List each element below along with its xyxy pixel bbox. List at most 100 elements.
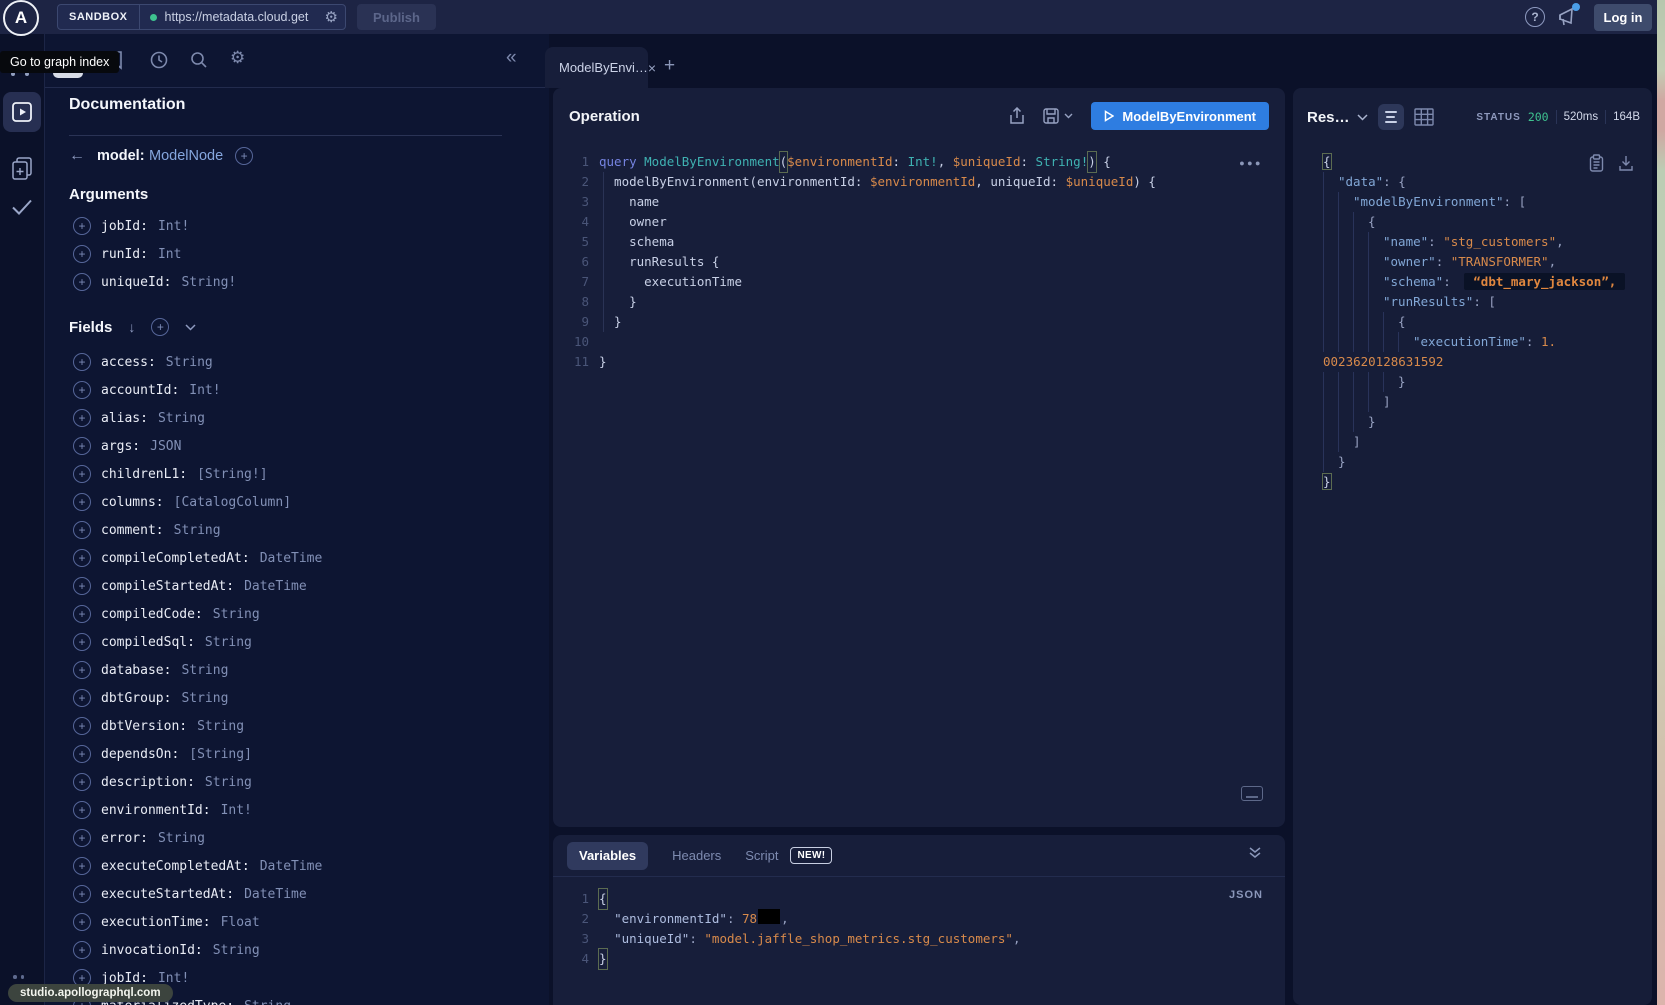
field-row[interactable]: +comment:String	[73, 516, 322, 544]
field-type[interactable]: [String]	[189, 747, 252, 762]
apollo-logo[interactable]: A	[3, 0, 39, 36]
back-arrow-icon[interactable]: ←	[69, 147, 85, 165]
field-row[interactable]: +executeStartedAt:DateTime	[73, 880, 322, 908]
field-type[interactable]: [String!]	[197, 467, 267, 482]
explorer-nav-button[interactable]	[3, 92, 41, 132]
operation-tab[interactable]: ModelByEnvi… ×	[545, 47, 648, 88]
tab-headers[interactable]: Headers	[672, 848, 721, 863]
field-type[interactable]: String!	[181, 275, 236, 290]
checks-nav-button[interactable]	[0, 198, 44, 216]
field-type[interactable]: DateTime	[260, 859, 323, 874]
field-row[interactable]: +columns:[CatalogColumn]	[73, 488, 322, 516]
field-row[interactable]: +accountId:Int!	[73, 376, 322, 404]
field-type[interactable]: DateTime	[244, 579, 307, 594]
field-type[interactable]: String	[174, 523, 221, 538]
add-field-plus-icon[interactable]: +	[73, 801, 91, 819]
field-row[interactable]: +compiledSql:String	[73, 628, 322, 656]
field-row[interactable]: +compileStartedAt:DateTime	[73, 572, 322, 600]
save-chevron-icon[interactable]	[1064, 113, 1073, 119]
endpoint-bar[interactable]: SANDBOX https://metadata.cloud.get ⚙	[57, 4, 346, 30]
add-field-plus-icon[interactable]: +	[73, 549, 91, 567]
operation-editor[interactable]: 1query ModelByEnvironment($environmentId…	[553, 144, 1285, 372]
variables-editor[interactable]: 1{2 "environmentId": 78,3 "uniqueId": "m…	[553, 877, 1285, 969]
tab-script[interactable]: Script	[745, 848, 778, 863]
field-row[interactable]: +dbtVersion:String	[73, 712, 322, 740]
page-edge-scrollbar[interactable]	[1657, 0, 1665, 1005]
field-row[interactable]: +compileCompletedAt:DateTime	[73, 544, 322, 572]
sort-fields-icon[interactable]: ↓	[128, 319, 135, 335]
field-type[interactable]: Int!	[189, 383, 220, 398]
field-type[interactable]: Int!	[158, 219, 189, 234]
history-icon[interactable]	[149, 50, 169, 70]
field-type[interactable]: String	[197, 719, 244, 734]
add-field-plus-icon[interactable]: +	[73, 381, 91, 399]
collapse-variables-icon[interactable]	[1247, 846, 1263, 860]
help-icon[interactable]: ?	[1525, 7, 1545, 27]
publish-button[interactable]: Publish	[357, 4, 436, 30]
add-field-plus-icon[interactable]: +	[73, 745, 91, 763]
field-type[interactable]: String	[205, 775, 252, 790]
add-field-plus-icon[interactable]: +	[73, 245, 91, 263]
formatted-view-button[interactable]	[1378, 104, 1404, 130]
response-viewer[interactable]: {"data": {"modelByEnvironment": [{"name"…	[1293, 146, 1652, 492]
add-field-plus-icon[interactable]: +	[73, 409, 91, 427]
field-row[interactable]: +dbtGroup:String	[73, 684, 322, 712]
add-field-plus-icon[interactable]: +	[73, 605, 91, 623]
field-type[interactable]: String	[213, 607, 260, 622]
field-type[interactable]: Int	[158, 247, 181, 262]
field-type[interactable]: String	[244, 999, 291, 1005]
collapse-docs-icon[interactable]: «	[506, 48, 517, 67]
field-row[interactable]: +compiledCode:String	[73, 600, 322, 628]
field-type[interactable]: Float	[221, 915, 260, 930]
add-field-plus-icon[interactable]: +	[73, 717, 91, 735]
add-field-plus-icon[interactable]: +	[73, 465, 91, 483]
add-field-plus-icon[interactable]: +	[73, 773, 91, 791]
field-row[interactable]: +error:String	[73, 824, 322, 852]
endpoint-settings-gear-icon[interactable]: ⚙	[325, 10, 338, 25]
explorer-settings-gear-icon[interactable]: ⚙	[230, 48, 245, 68]
save-icon[interactable]	[1043, 108, 1059, 124]
field-row[interactable]: +alias:String	[73, 404, 322, 432]
field-type[interactable]: String	[181, 663, 228, 678]
field-row[interactable]: +description:String	[73, 768, 322, 796]
field-row[interactable]: +dependsOn:[String]	[73, 740, 322, 768]
new-tab-icon[interactable]: +	[664, 56, 675, 75]
download-response-icon[interactable]	[1618, 154, 1634, 172]
field-type[interactable]: String	[158, 411, 205, 426]
add-field-plus-icon[interactable]: +	[73, 941, 91, 959]
editor-more-menu-icon[interactable]: ●●●	[1239, 158, 1263, 168]
field-type[interactable]: Int!	[221, 803, 252, 818]
add-field-plus-icon[interactable]: +	[73, 353, 91, 371]
field-row[interactable]: +childrenL1:[String!]	[73, 460, 322, 488]
field-row[interactable]: +access:String	[73, 348, 322, 376]
endpoint-url-input[interactable]: https://metadata.cloud.get	[165, 10, 325, 24]
rail-more-icon[interactable]	[13, 975, 24, 979]
close-tab-icon[interactable]: ×	[648, 61, 656, 75]
field-row[interactable]: +args:JSON	[73, 432, 322, 460]
add-field-plus-icon[interactable]: +	[73, 829, 91, 847]
search-icon[interactable]	[189, 50, 209, 70]
field-row[interactable]: +invocationId:String	[73, 936, 322, 964]
field-row[interactable]: +database:String	[73, 656, 322, 684]
argument-row[interactable]: +uniqueId:String!	[73, 268, 236, 296]
field-type[interactable]: String	[213, 943, 260, 958]
login-button[interactable]: Log in	[1594, 4, 1652, 31]
field-type[interactable]: String	[205, 635, 252, 650]
field-type[interactable]: DateTime	[244, 887, 307, 902]
copy-response-icon[interactable]	[1589, 154, 1604, 172]
field-type[interactable]: JSON	[150, 439, 181, 454]
argument-row[interactable]: +jobId:Int!	[73, 212, 236, 240]
add-field-plus-icon[interactable]: +	[73, 521, 91, 539]
table-view-button[interactable]	[1414, 108, 1434, 126]
field-row[interactable]: +executeCompletedAt:DateTime	[73, 852, 322, 880]
add-field-plus-icon[interactable]: +	[73, 689, 91, 707]
add-field-plus-icon[interactable]: +	[73, 437, 91, 455]
keyboard-shortcuts-icon[interactable]	[1241, 786, 1263, 801]
fields-chevron-icon[interactable]	[185, 324, 196, 331]
field-type[interactable]: [CatalogColumn]	[174, 495, 291, 510]
add-field-plus-icon[interactable]: +	[73, 273, 91, 291]
add-field-plus-icon[interactable]: +	[73, 913, 91, 931]
field-row[interactable]: +environmentId:Int!	[73, 796, 322, 824]
field-row[interactable]: +executionTime:Float	[73, 908, 322, 936]
share-icon[interactable]	[1009, 107, 1025, 125]
